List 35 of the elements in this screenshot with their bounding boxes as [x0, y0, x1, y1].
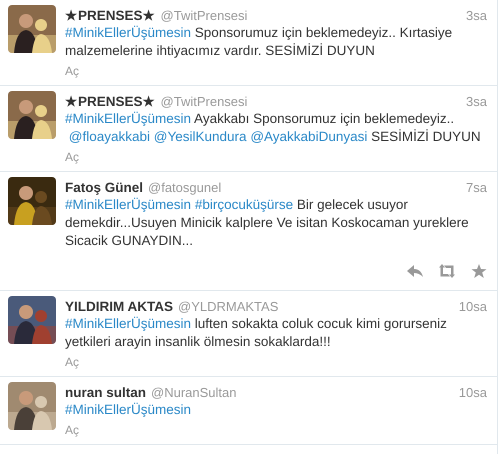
hashtag-link[interactable]: #MinikEllerÜşümesin	[65, 25, 192, 40]
tweet-text: #MinikEllerÜşümesin Sponsorumuz için beklemedeyiz.. Kırtasiye malzemelerine ihtiyacımız vardır. SESİMİZİ DUYUN	[65, 24, 454, 60]
reply-icon[interactable]	[407, 264, 423, 278]
hashtag-link[interactable]: #MinikEllerÜşümesin	[65, 316, 192, 331]
hashtag-link[interactable]: #MinikEllerÜşümesin	[65, 402, 192, 417]
expand-link[interactable]: Aç	[65, 150, 80, 165]
retweet-icon[interactable]	[439, 264, 455, 278]
hashtag-link[interactable]: #MinikEllerÜşümesin	[65, 111, 192, 126]
hashtag-link[interactable]: #birçocuküşürse	[194, 197, 294, 212]
tweet-time[interactable]: 10sa	[458, 384, 487, 401]
mention-link[interactable]: @AyakkabiDunyasi	[250, 129, 368, 144]
tweet-time[interactable]: 7sa	[466, 179, 487, 196]
expand-link[interactable]: Aç	[65, 355, 80, 370]
user-handle[interactable]: @TwitPrensesi	[160, 7, 248, 24]
tweet-text: #MinikEllerÜşümesin luften sokakta coluk cocuk kimi gorurseniz yetkileri arayin insanlik ölmesin sokaklarda!!!	[65, 315, 448, 351]
user-handle[interactable]: @fatosgunel	[148, 179, 222, 196]
user-handle[interactable]: @NuranSultan	[151, 384, 236, 401]
user-name[interactable]: YILDIRIM AKTAS	[65, 298, 173, 315]
user-name[interactable]: ★PRENSES★	[65, 93, 156, 110]
user-handle[interactable]: @YLDRMAKTAS	[178, 298, 278, 315]
expand-link[interactable]: Aç	[65, 423, 80, 438]
user-name[interactable]: nuran sultan	[65, 384, 146, 401]
star-icon[interactable]	[471, 264, 487, 278]
tweet-time[interactable]: 3sa	[466, 93, 487, 110]
hashtag-link[interactable]: #MinikEllerÜşümesin	[65, 197, 192, 212]
tweet-text: #MinikEllerÜşümesin Ayakkabı Sponsorumuz için beklemedeyiz.. @floayakkabi @YesilKundura @AyakkabiDunyasi SESİMİZİ DUYUN	[65, 110, 482, 146]
mention-link[interactable]: @YesilKundura	[154, 129, 247, 144]
tweet-time[interactable]: 10sa	[458, 298, 487, 315]
tweet-time[interactable]: 3sa	[466, 7, 487, 24]
expand-link[interactable]: Aç	[65, 64, 80, 79]
user-name[interactable]: Fatoş Günel	[65, 179, 144, 196]
mention-link[interactable]: @floayakkabi	[68, 129, 150, 144]
user-name[interactable]: ★PRENSES★	[65, 7, 156, 24]
tweet-text: #MinikEllerÜşümesin #birçocuküşürse Bir gelecek usuyor demekdir...Usuyen Minicik kalplere Ve isitan Koskocaman yureklere Sicacik GUNAYDIN...	[65, 196, 470, 250]
user-handle[interactable]: @TwitPrensesi	[160, 93, 248, 110]
